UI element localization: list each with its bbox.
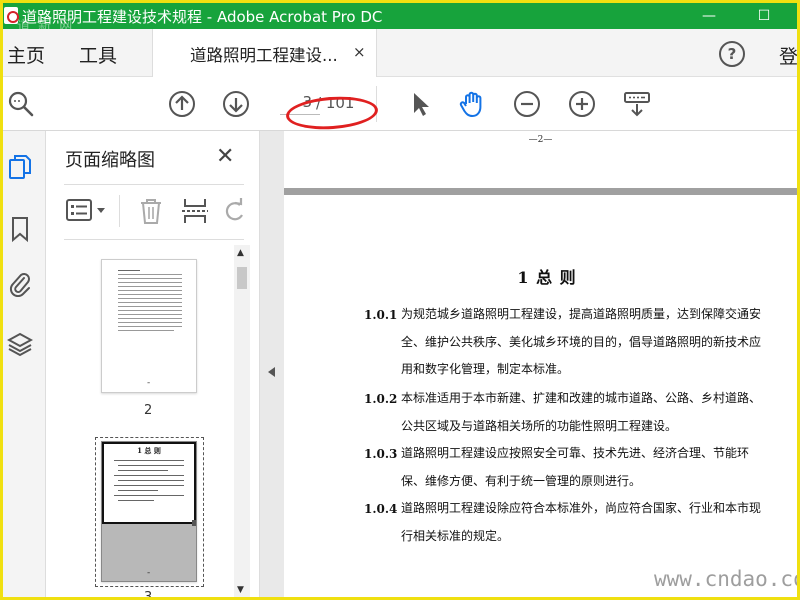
clause-number: 1.0.3: [364, 447, 398, 461]
panel-title: 页面缩略图: [65, 150, 155, 171]
thumbnail-footer: -: [147, 568, 151, 578]
clause-1-0-4: 1.0.4 道路照明工程建设除应符合本标准外，尚应符合国家、行业和本市现行相关标…: [364, 501, 764, 557]
thumbnail-footer: -: [147, 378, 151, 388]
document-view[interactable]: —2— 1 总 则 1.0.1 为规范城乡道路照明工程建设，提高道路照明质量，达…: [284, 131, 797, 597]
thumbnail-resize-handle[interactable]: [192, 520, 196, 526]
trash-icon[interactable]: [138, 197, 164, 225]
tab-document[interactable]: 道路照明工程建设... ×: [152, 29, 377, 77]
thumbnail-page-number: 3: [144, 590, 152, 597]
document-tab-label: 道路照明工程建设...: [190, 46, 338, 65]
attachment-icon[interactable]: [7, 269, 33, 297]
hand-tool-icon[interactable]: [458, 90, 486, 118]
acrobat-window: 道路照明工程建设技术规程 - Adobe Acrobat Pro DC 道 新 …: [3, 3, 797, 597]
panel-collapse-strip[interactable]: [260, 131, 284, 597]
clause-number: 1.0.1: [364, 308, 398, 322]
minimize-button[interactable]: —: [692, 3, 726, 29]
tab-home[interactable]: 主页: [7, 41, 45, 68]
sign-in-button[interactable]: 登: [779, 42, 797, 69]
zoom-search-icon[interactable]: [7, 90, 35, 118]
page-thumbnails-icon[interactable]: [7, 153, 33, 181]
maximize-button[interactable]: ☐: [747, 3, 781, 29]
close-tab-icon[interactable]: ×: [353, 43, 366, 61]
clause-number: 1.0.2: [364, 392, 398, 406]
scroll-down-icon[interactable]: ▼: [237, 585, 244, 595]
clause-text: 道路照明工程建设除应符合本标准外，尚应符合国家、行业和本市现行相关标准的规定。: [401, 501, 762, 543]
clause-number: 1.0.4: [364, 502, 398, 516]
menu-tab-bar: 主页 工具 道路照明工程建设... × ? 登: [3, 29, 797, 77]
thumbnail-page-2[interactable]: -: [101, 259, 197, 393]
page-thumbnails-panel: 页面缩略图 ✕ - 2 1 总 则 - ▲ ▼: [46, 131, 260, 597]
clause-text: 道路照明工程建设应按照安全可靠、技术先进、经济合理、节能环保、维修方便、有利于统…: [401, 446, 750, 488]
navigation-rail: [3, 131, 46, 597]
insert-page-icon[interactable]: [181, 197, 209, 225]
toolbar-divider: [376, 86, 377, 122]
thumbnail-page-number: 2: [144, 403, 153, 418]
bookmark-icon[interactable]: [7, 215, 33, 243]
thumbnail-options-icon[interactable]: [66, 199, 108, 221]
chapter-title: 1 总 则: [517, 268, 577, 287]
title-bar: 道路照明工程建设技术规程 - Adobe Acrobat Pro DC 道 新 …: [3, 3, 797, 34]
keyboard-scroll-icon[interactable]: [623, 90, 651, 118]
main-toolbar: 3 / 101: [3, 78, 797, 131]
collapse-left-icon[interactable]: [268, 367, 275, 377]
rotate-page-icon[interactable]: [222, 197, 248, 225]
thumbnail-toolbar: [64, 187, 249, 231]
previous-page-number: —2—: [528, 135, 553, 145]
clause-text: 本标准适用于本市新建、扩建和改建的城市道路、公路、乡村道路、公共区域及与道路相关…: [401, 391, 762, 433]
tab-tools[interactable]: 工具: [79, 41, 117, 68]
acrobat-app-icon: [4, 7, 19, 24]
window-title: 道路照明工程建设技术规程 - Adobe Acrobat Pro DC: [22, 8, 383, 26]
page-separator: [284, 188, 797, 195]
panel-divider: [64, 239, 244, 240]
clause-text: 为规范城乡道路照明工程建设，提高道路照明质量，达到保障交通安全、维护公共秩序、美…: [401, 307, 762, 376]
page-down-icon[interactable]: [222, 90, 250, 118]
panel-divider: [64, 184, 244, 185]
zoom-out-icon[interactable]: [513, 90, 541, 118]
select-cursor-icon[interactable]: [406, 90, 434, 118]
scrollbar-thumb[interactable]: [237, 267, 247, 289]
layers-icon[interactable]: [7, 330, 33, 358]
toolbar-divider: [119, 195, 120, 227]
site-watermark: www.cndao.com: [654, 567, 797, 591]
page-up-icon[interactable]: [168, 90, 196, 118]
scroll-up-icon[interactable]: ▲: [237, 248, 244, 258]
close-panel-icon[interactable]: ✕: [216, 144, 234, 169]
thumbnail-scrollbar[interactable]: ▲ ▼: [234, 245, 250, 597]
thumbnail-page-3[interactable]: 1 总 则 -: [101, 441, 197, 582]
zoom-in-icon[interactable]: [568, 90, 596, 118]
help-icon[interactable]: ?: [719, 41, 745, 67]
clause-1-0-1: 1.0.1 为规范城乡道路照明工程建设，提高道路照明质量，达到保障交通安全、维护…: [364, 307, 764, 388]
clause-1-0-3: 1.0.3 道路照明工程建设应按照安全可靠、技术先进、经济合理、节能环保、维修方…: [364, 446, 764, 502]
clause-1-0-2: 1.0.2 本标准适用于本市新建、扩建和改建的城市道路、公路、乡村道路、公共区域…: [364, 391, 764, 447]
